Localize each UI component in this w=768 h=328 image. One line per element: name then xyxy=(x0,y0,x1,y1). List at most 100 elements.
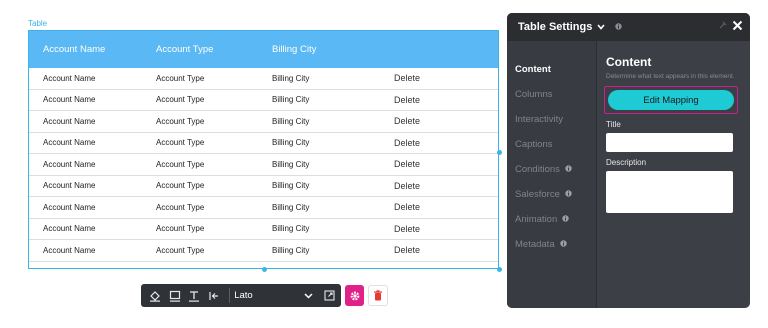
toolbar-divider xyxy=(229,288,231,303)
column-header-billing-city[interactable]: Billing City xyxy=(272,44,394,55)
nav-item-label: Captions xyxy=(515,139,553,150)
edit-mapping-button[interactable]: Edit Mapping xyxy=(608,90,734,110)
info-icon[interactable] xyxy=(615,22,623,32)
chevron-down-icon[interactable] xyxy=(304,291,313,301)
delete-link[interactable]: Delete xyxy=(394,245,484,255)
table-row[interactable]: Account Name Account Type Billing City Dele… xyxy=(29,219,498,240)
info-icon[interactable] xyxy=(565,165,572,174)
info-icon[interactable] xyxy=(565,190,572,199)
title-label: Title xyxy=(606,120,621,129)
cell-account-type: Account Type xyxy=(156,159,205,169)
nav-item-label: Content xyxy=(515,64,551,75)
delete-link[interactable]: Delete xyxy=(394,95,484,105)
delete-link[interactable]: Delete xyxy=(394,138,484,148)
nav-item-label: Conditions xyxy=(515,164,560,175)
delete-link[interactable]: Delete xyxy=(394,181,484,191)
nav-item-interactivity[interactable]: Interactivity xyxy=(507,107,596,132)
delete-link[interactable]: Delete xyxy=(394,116,484,126)
nav-item-label: Interactivity xyxy=(515,114,564,125)
description-input[interactable] xyxy=(606,171,733,213)
cell-billing-city: Billing City xyxy=(272,95,310,105)
table-row[interactable]: Account Name Account Type Billing City Dele… xyxy=(29,154,498,176)
delete-link[interactable]: Delete xyxy=(394,73,484,83)
content-section: Content Determine what text appears in t… xyxy=(604,41,742,218)
settings-nav: Content Columns Interactivity Captions Condi… xyxy=(507,41,597,308)
chevron-down-icon[interactable] xyxy=(597,22,605,32)
nav-item-salesforce[interactable]: Salesforce xyxy=(507,182,596,207)
table-row[interactable]: Account Name Account Type Billing City Dele… xyxy=(29,176,498,197)
cell-account-name: Account Name xyxy=(43,73,96,83)
gear-icon xyxy=(350,291,360,300)
nav-item-metadata[interactable]: Metadata xyxy=(507,232,596,257)
nav-item-label: Columns xyxy=(515,89,553,100)
resize-handle-bottom[interactable] xyxy=(262,267,267,272)
cell-account-type: Account Type xyxy=(156,73,205,83)
table-row[interactable]: Account Name Account Type Billing City Dele… xyxy=(29,68,498,90)
fill-color-icon[interactable] xyxy=(147,287,164,304)
table-row[interactable]: Account Name Account Type Billing City Dele… xyxy=(29,111,498,133)
table-element[interactable]: Account Name Account Type Billing City A… xyxy=(28,30,499,269)
delete-link[interactable]: Delete xyxy=(394,224,484,234)
cell-account-type: Account Type xyxy=(156,138,205,148)
nav-item-columns[interactable]: Columns xyxy=(507,82,596,107)
cell-account-name: Account Name xyxy=(43,224,96,234)
content-description: Determine what text appears in this elem… xyxy=(606,73,735,80)
delete-element-button[interactable] xyxy=(368,285,388,306)
cell-billing-city: Billing City xyxy=(272,138,310,148)
panel-header[interactable]: Table Settings xyxy=(507,13,750,41)
resize-handle-right[interactable] xyxy=(497,150,502,155)
nav-item-conditions[interactable]: Conditions xyxy=(507,157,596,182)
nav-item-label: Animation xyxy=(515,214,558,225)
cell-account-type: Account Type xyxy=(156,224,205,234)
element-toolbar: Lato xyxy=(141,284,388,307)
delete-link[interactable]: Delete xyxy=(394,159,484,169)
cell-account-type: Account Type xyxy=(156,202,205,212)
toolbar-main: Lato xyxy=(141,284,341,307)
table-settings-panel: Table Settings Content Columns Interactivi… xyxy=(507,13,750,308)
cell-account-name: Account Name xyxy=(43,202,96,212)
info-icon[interactable] xyxy=(559,240,567,249)
cell-account-name: Account Name xyxy=(43,159,96,169)
cell-billing-city: Billing City xyxy=(272,116,310,126)
cell-account-name: Account Name xyxy=(43,95,96,105)
cell-account-type: Account Type xyxy=(156,181,205,191)
settings-button[interactable] xyxy=(345,285,365,306)
cell-billing-city: Billing City xyxy=(272,245,310,255)
cell-account-type: Account Type xyxy=(156,95,205,105)
column-header-account-name[interactable]: Account Name xyxy=(29,44,156,55)
info-icon[interactable] xyxy=(562,215,569,224)
align-left-icon[interactable] xyxy=(206,287,223,304)
table-row[interactable]: Account Name Account Type Billing City Dele… xyxy=(29,133,498,154)
description-label: Description xyxy=(606,158,647,167)
cell-billing-city: Billing City xyxy=(272,181,310,191)
cell-account-name: Account Name xyxy=(43,181,96,191)
nav-item-animation[interactable]: Animation xyxy=(507,207,596,232)
cell-account-name: Account Name xyxy=(43,116,96,126)
column-header-account-type[interactable]: Account Type xyxy=(156,44,272,55)
pin-icon[interactable] xyxy=(718,21,727,32)
cell-billing-city: Billing City xyxy=(272,202,310,212)
text-icon[interactable] xyxy=(186,287,203,304)
table-header: Account Name Account Type Billing City xyxy=(29,31,498,68)
trash-icon xyxy=(374,290,383,301)
nav-item-captions[interactable]: Captions xyxy=(507,132,596,157)
cell-account-type: Account Type xyxy=(156,116,205,126)
table-row[interactable]: Account Name Account Type Billing City Dele… xyxy=(29,90,498,111)
table-body: Account Name Account Type Billing City Dele… xyxy=(29,68,498,262)
font-select[interactable]: Lato xyxy=(234,290,304,301)
delete-link[interactable]: Delete xyxy=(394,202,484,212)
nav-item-label: Metadata xyxy=(515,239,555,250)
content-title: Content xyxy=(606,55,652,69)
resize-handle-corner[interactable] xyxy=(497,267,502,272)
border-icon[interactable] xyxy=(167,287,184,304)
title-input[interactable] xyxy=(606,133,733,152)
close-icon[interactable] xyxy=(732,18,743,34)
table-row[interactable]: Account Name Account Type Billing City Dele… xyxy=(29,240,498,262)
table-row[interactable]: Account Name Account Type Billing City Dele… xyxy=(29,197,498,219)
cell-account-name: Account Name xyxy=(43,245,96,255)
external-link-icon[interactable] xyxy=(321,287,338,304)
cell-account-name: Account Name xyxy=(43,138,96,148)
element-tag: Table xyxy=(28,19,48,28)
cell-billing-city: Billing City xyxy=(272,73,310,83)
nav-item-content[interactable]: Content xyxy=(507,57,596,82)
